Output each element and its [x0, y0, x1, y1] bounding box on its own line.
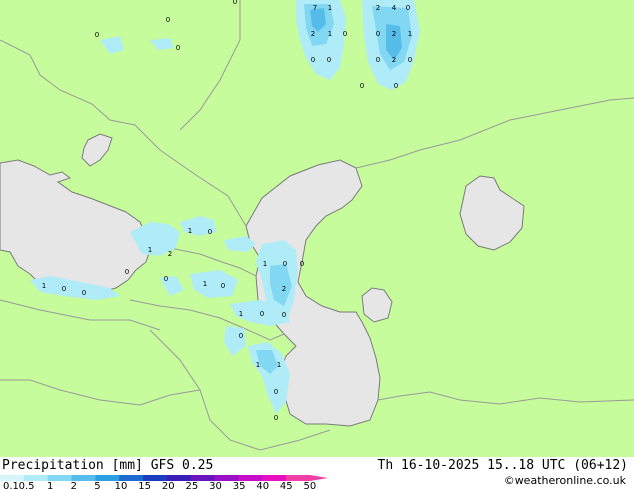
- point-value: 2: [282, 285, 286, 293]
- forecast-datetime: Th 16-10-2025 15..18 UTC (06+12): [377, 458, 628, 473]
- point-value: 1: [328, 30, 332, 38]
- legend-tick-label: 15: [138, 481, 151, 490]
- point-value: 1: [263, 260, 267, 268]
- point-value: 0: [233, 0, 237, 6]
- point-value: 0: [327, 56, 331, 64]
- point-value: 0: [62, 285, 66, 293]
- point-value: 7: [313, 4, 317, 12]
- credit-text: ©weatheronline.co.uk: [503, 474, 626, 487]
- point-value: 0: [300, 260, 304, 268]
- point-value: 0: [311, 56, 315, 64]
- point-value: 0: [408, 56, 412, 64]
- point-value: 0: [82, 289, 86, 297]
- point-value: 0: [125, 268, 129, 276]
- point-value: 0: [406, 4, 410, 12]
- point-value: 2: [376, 4, 380, 12]
- point-value: 1: [328, 4, 332, 12]
- legend-tick-label: 0.1: [3, 481, 19, 490]
- point-value: 0: [208, 228, 212, 236]
- point-value: 1: [188, 227, 192, 235]
- point-value: 2: [392, 56, 396, 64]
- point-value: 0: [376, 30, 380, 38]
- point-value: 0: [166, 16, 170, 24]
- point-value: 1: [256, 361, 260, 369]
- point-value: 2: [311, 30, 315, 38]
- point-value: 0: [283, 260, 287, 268]
- legend-tick-label: 20: [162, 481, 175, 490]
- point-value: 0: [95, 31, 99, 39]
- legend-tick-label: 30: [209, 481, 222, 490]
- point-value: 0: [239, 332, 243, 340]
- point-value: 0: [176, 44, 180, 52]
- point-value: 0: [274, 388, 278, 396]
- point-value: 1: [42, 282, 46, 290]
- point-value: 1: [148, 246, 152, 254]
- legend-tick-label: 45: [280, 481, 293, 490]
- point-value: 0: [260, 310, 264, 318]
- point-value: 0: [394, 82, 398, 90]
- point-value: 2: [168, 250, 172, 258]
- point-value: 0: [282, 311, 286, 319]
- point-value: 0: [360, 82, 364, 90]
- point-value: 0: [221, 282, 225, 290]
- precipitation-map: 7 1 2 4 0 2 1 0 0 2 1 0 0 0 2 0 0 0 0 0 …: [0, 0, 634, 457]
- point-value: 2: [392, 30, 396, 38]
- map-title: Precipitation [mm] GFS 0.25: [2, 458, 214, 473]
- legend-tick-label: 35: [233, 481, 246, 490]
- point-value: 4: [392, 4, 397, 12]
- legend-tick-label: 1: [47, 481, 53, 490]
- point-value: 1: [408, 30, 412, 38]
- point-value: 0: [164, 275, 168, 283]
- legend-tick-label: 0.5: [19, 481, 35, 490]
- point-value: 1: [239, 310, 243, 318]
- legend-ticks: 0.1 0.5 1 2 5 10 15 20 25 30 35 40 45 50: [3, 481, 317, 490]
- point-value: 0: [274, 414, 278, 422]
- legend-tick-label: 25: [186, 481, 199, 490]
- legend-tick-label: 50: [304, 481, 317, 490]
- point-value: 1: [203, 280, 207, 288]
- legend-tick-label: 40: [256, 481, 269, 490]
- point-value: 0: [376, 56, 380, 64]
- legend-tick-label: 2: [71, 481, 77, 490]
- point-value: 1: [277, 361, 281, 369]
- legend-tick-label: 5: [94, 481, 100, 490]
- point-value: 0: [343, 30, 347, 38]
- legend-tick-label: 10: [115, 481, 128, 490]
